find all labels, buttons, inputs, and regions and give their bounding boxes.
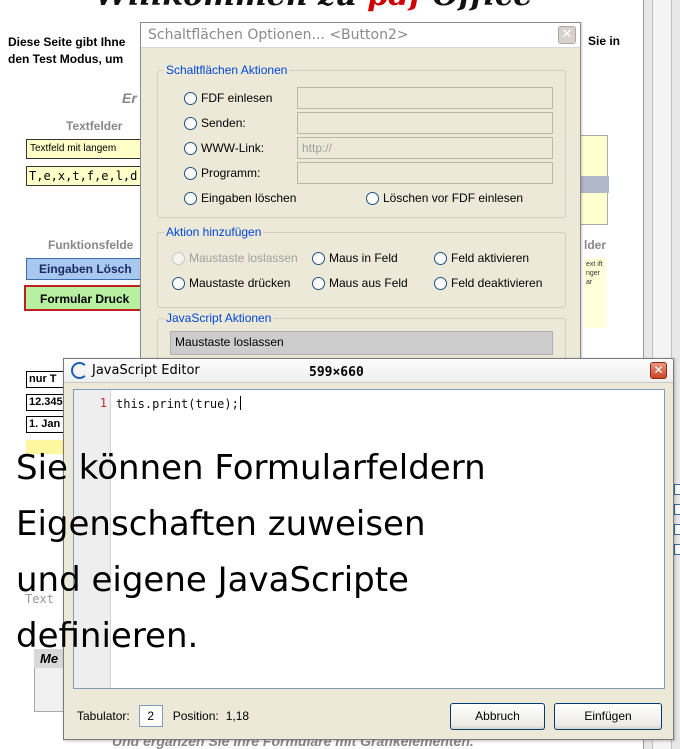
radio-clear-before-fdf-label: Löschen vor FDF einlesen: [383, 191, 524, 205]
radio-icon: [184, 166, 197, 180]
tab-size-label: Tabulator:: [77, 709, 130, 723]
radio-on-blur[interactable]: Feld deaktivieren: [434, 276, 542, 290]
document-title: Willkommen zu pdf Office: [95, 0, 532, 13]
checkbox[interactable]: [674, 504, 680, 515]
radio-www-link[interactable]: WWW-Link:: [184, 141, 264, 155]
radio-mouse-enter[interactable]: Maus in Feld: [312, 251, 398, 265]
app-icon: [71, 362, 88, 379]
checkbox[interactable]: [674, 484, 680, 495]
right-list-box[interactable]: [580, 135, 609, 225]
right-note: ext ift nger ar: [584, 258, 606, 328]
close-icon[interactable]: ✕: [558, 26, 576, 44]
text-label: Text: [25, 592, 54, 606]
radio-icon: [172, 251, 185, 265]
section-heading: Er: [122, 90, 137, 106]
right-heading: lder: [584, 238, 607, 252]
javascript-editor-titlebar[interactable]: JavaScript Editor 599×660 ✕: [64, 359, 673, 383]
javascript-editor-title: JavaScript Editor: [92, 363, 200, 378]
close-icon[interactable]: ✕: [650, 362, 667, 379]
document-intro: Diese Seite gibt Ihne den Test Modus, um: [8, 35, 126, 66]
right-list-selection: [581, 176, 609, 193]
radio-www-link-label: WWW-Link:: [201, 141, 265, 155]
radio-mouse-up-label: Maustaste loslassen: [189, 251, 298, 265]
document-title-start: Willkommen zu: [95, 0, 367, 13]
radio-icon: [312, 276, 325, 290]
radio-mouse-down[interactable]: Maustaste drücken: [172, 276, 290, 290]
button-actions-legend: Schaltflächen Aktionen: [164, 63, 290, 77]
radio-mouse-exit[interactable]: Maus aus Feld: [312, 276, 408, 290]
program-input[interactable]: [297, 162, 553, 184]
textfields-heading: Textfelder: [66, 119, 123, 133]
button-options-title: Schaltflächen Optionen... <Button2>: [148, 27, 409, 43]
text-caret: [239, 396, 241, 410]
checkbox[interactable]: [674, 544, 680, 555]
document-title-end: Office: [422, 0, 533, 13]
add-action-group: Aktion hinzufügen Maustaste loslassen Ma…: [157, 225, 566, 308]
radio-icon: [312, 251, 325, 265]
radio-clear-inputs[interactable]: Eingaben löschen: [184, 191, 296, 205]
radio-mouse-enter-label: Maus in Feld: [329, 251, 398, 265]
window-size-label: 599×660: [309, 365, 364, 380]
radio-fdf-read-label: FDF einlesen: [201, 91, 273, 105]
radio-fdf-read[interactable]: FDF einlesen: [184, 91, 272, 105]
text-field-comb[interactable]: T,e,x,t,f,e,l,d: [26, 166, 144, 186]
insert-button[interactable]: Einfügen: [554, 703, 662, 730]
function-fields-heading: Funktionsfelde: [48, 238, 134, 252]
line-number-gutter: 1: [74, 390, 111, 688]
button-options-dialog: Schaltflächen Optionen... <Button2> ✕ Sc…: [140, 22, 581, 378]
radio-icon: [184, 91, 197, 105]
code-line[interactable]: this.print(true);: [116, 396, 241, 411]
javascript-actions-legend: JavaScript Aktionen: [164, 311, 274, 325]
radio-on-blur-label: Feld deaktivieren: [451, 276, 543, 290]
print-form-button[interactable]: Formular Druck: [24, 285, 146, 311]
document-intro-right: Sie in: [588, 34, 621, 48]
www-link-input[interactable]: http://: [297, 137, 553, 159]
yellow-field[interactable]: [26, 440, 66, 454]
radio-icon: [434, 251, 447, 265]
javascript-action-list-item[interactable]: Maustaste loslassen: [170, 331, 553, 355]
button-options-titlebar[interactable]: Schaltflächen Optionen... <Button2> ✕: [141, 23, 580, 48]
clear-inputs-form-button[interactable]: Eingaben Lösch: [26, 258, 144, 280]
cancel-button[interactable]: Abbruch: [450, 703, 545, 730]
tab-size-input[interactable]: 2: [138, 705, 163, 727]
radio-on-focus-label: Feld aktivieren: [451, 251, 530, 265]
line-number: 1: [99, 396, 107, 410]
radio-icon: [184, 116, 197, 130]
button-actions-group: Schaltflächen Aktionen FDF einlesen Send…: [157, 63, 566, 218]
radio-icon: [184, 141, 197, 155]
radio-send[interactable]: Senden:: [184, 116, 246, 130]
position-value: 1,18: [225, 709, 250, 723]
fdf-read-input[interactable]: [297, 87, 553, 109]
code-text: this.print(true);: [116, 397, 239, 411]
radio-clear-inputs-label: Eingaben löschen: [201, 191, 297, 205]
radio-mouse-exit-label: Maus aus Feld: [329, 276, 408, 290]
code-editor[interactable]: 1 this.print(true);: [73, 389, 665, 689]
radio-mouse-down-label: Maustaste drücken: [189, 276, 291, 290]
send-input[interactable]: [297, 112, 553, 134]
text-field-long[interactable]: Textfeld mit langem: [26, 139, 144, 159]
radio-icon: [434, 276, 447, 290]
radio-program-label: Programm:: [201, 166, 261, 180]
radio-program[interactable]: Programm:: [184, 166, 260, 180]
radio-icon: [184, 191, 197, 205]
editor-status-bar: Tabulator: 2 Position: 1,18: [77, 705, 249, 727]
javascript-editor-dialog: JavaScript Editor 599×660 ✕ 1 this.print…: [63, 358, 674, 740]
radio-mouse-up[interactable]: Maustaste loslassen: [172, 251, 298, 265]
checkbox[interactable]: [674, 524, 680, 535]
radio-on-focus[interactable]: Feld aktivieren: [434, 251, 529, 265]
radio-clear-before-fdf[interactable]: Löschen vor FDF einlesen: [366, 191, 523, 205]
document-title-pdf: pdf: [367, 0, 422, 13]
position-label: Position:: [172, 709, 219, 723]
screen: Willkommen zu pdf Office Diese Seite gib…: [0, 0, 680, 749]
radio-send-label: Senden:: [201, 116, 246, 130]
radio-icon: [366, 191, 379, 205]
add-action-legend: Aktion hinzufügen: [164, 225, 264, 239]
radio-icon: [172, 276, 185, 290]
